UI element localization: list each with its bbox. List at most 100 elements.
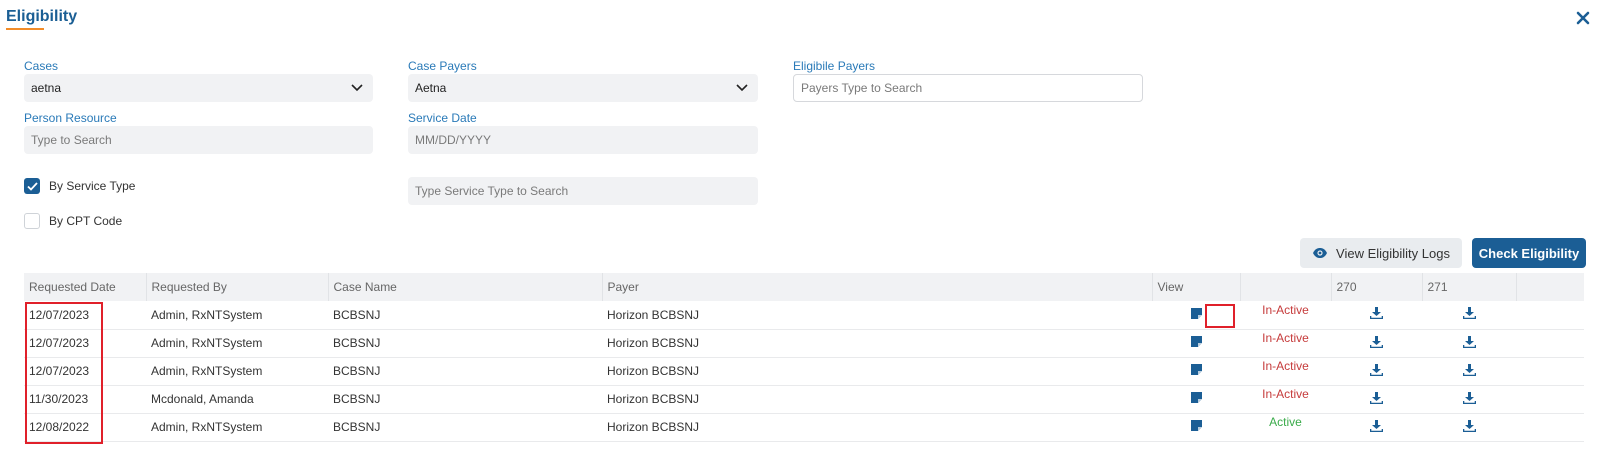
cell-status: In-Active (1240, 357, 1331, 385)
status-badge: In-Active (1262, 331, 1309, 345)
status-badge: In-Active (1262, 359, 1309, 373)
eligible-payers-input[interactable]: Payers Type to Search (793, 74, 1143, 102)
document-icon[interactable] (1190, 336, 1202, 350)
eligible-payers-placeholder: Payers Type to Search (801, 81, 923, 95)
cell-case-name: BCBSNJ (333, 307, 381, 322)
document-icon[interactable] (1190, 392, 1202, 406)
eligible-payers-label: Eligibile Payers (793, 59, 876, 73)
cell-271 (1422, 301, 1516, 329)
view-eligibility-logs-button[interactable]: View Eligibility Logs (1300, 238, 1462, 268)
person-resource-placeholder: Type to Search (31, 133, 112, 147)
service-date-input[interactable]: MM/DD/YYYY (408, 126, 758, 154)
download-icon[interactable] (1462, 419, 1476, 435)
by-service-type-checkbox[interactable] (24, 178, 40, 194)
cell-status: Active (1240, 413, 1331, 441)
cell-status: In-Active (1240, 385, 1331, 413)
cell-payer: Horizon BCBSNJ (607, 307, 700, 322)
status-badge: In-Active (1262, 302, 1309, 317)
cell-payer: Horizon BCBSNJ (607, 364, 700, 378)
view-eligibility-logs-label: View Eligibility Logs (1336, 245, 1450, 261)
download-icon[interactable] (1462, 363, 1476, 379)
document-icon[interactable] (1190, 420, 1202, 434)
service-type-search-input[interactable]: Type Service Type to Search (408, 177, 758, 205)
service-date-label: Service Date (408, 111, 477, 125)
cases-select[interactable]: aetna (24, 74, 373, 102)
dialog-title: Eligibility (6, 8, 78, 25)
header-view: View (1152, 273, 1241, 301)
header-payer: Payer (602, 273, 1153, 301)
download-icon[interactable] (1462, 335, 1476, 351)
cell-requested-by: Admin, RxNTSystem (151, 307, 263, 322)
table-header-row: Requested Date Requested By Case Name Pa… (24, 273, 1584, 301)
title-underline (6, 28, 44, 30)
case-payers-select[interactable]: Aetna (408, 74, 758, 102)
highlight-view-icon (1205, 304, 1235, 328)
cell-view (1152, 413, 1240, 441)
document-icon[interactable] (1190, 308, 1202, 322)
download-icon[interactable] (1369, 335, 1384, 351)
cell-empty (1516, 301, 1584, 329)
cell-requested-by: Admin, RxNTSystem (151, 420, 263, 434)
by-cpt-code-label: By CPT Code (49, 214, 123, 228)
cell-payer: Horizon BCBSNJ (607, 392, 700, 406)
download-icon[interactable] (1462, 307, 1476, 322)
table-row: 12/08/2022 Admin, RxNTSystem BCBSNJ Horizon… (24, 413, 1584, 441)
cell-270 (1331, 385, 1422, 413)
service-date-placeholder: MM/DD/YYYY (415, 133, 492, 147)
status-badge: In-Active (1262, 387, 1309, 401)
chevron-down-icon (351, 84, 363, 92)
header-requested-by: Requested By (146, 273, 329, 301)
header-requested-date: Requested Date (24, 273, 147, 301)
header-270: 270 (1331, 273, 1423, 301)
cell-270 (1331, 329, 1422, 357)
eligibility-dialog: Eligibility Cases aetna Case Payers Aetn… (0, 0, 1600, 450)
cases-label: Cases (24, 59, 59, 73)
download-icon[interactable] (1462, 391, 1476, 407)
check-eligibility-button[interactable]: Check Eligibility (1472, 238, 1586, 268)
eye-icon (1313, 248, 1328, 258)
cell-270 (1331, 301, 1422, 329)
cell-view (1152, 329, 1240, 357)
cell-case-name: BCBSNJ (333, 336, 381, 350)
by-service-type-label: By Service Type (49, 179, 136, 193)
status-badge: Active (1269, 415, 1302, 429)
cell-empty (1516, 413, 1584, 441)
cell-270 (1331, 357, 1422, 385)
cell-271 (1422, 413, 1516, 441)
table-row: 12/07/2023 Admin, RxNTSystem BCBSNJ Horizon… (24, 357, 1584, 385)
download-icon[interactable] (1369, 307, 1384, 322)
cell-view (1152, 357, 1240, 385)
service-type-search-placeholder: Type Service Type to Search (415, 184, 569, 198)
cell-payer: Horizon BCBSNJ (607, 336, 700, 350)
cell-empty (1516, 357, 1584, 385)
table-row: 12/07/2023 Admin, RxNTSystem BCBSNJ Horizon… (24, 329, 1584, 357)
download-icon[interactable] (1369, 363, 1384, 379)
cell-requested-by: Admin, RxNTSystem (151, 364, 263, 378)
download-icon[interactable] (1369, 419, 1384, 435)
document-icon[interactable] (1190, 364, 1202, 378)
header-status (1240, 273, 1332, 301)
chevron-down-icon (736, 84, 748, 92)
cell-271 (1422, 385, 1516, 413)
table-row: 11/30/2023 Mcdonald, Amanda BCBSNJ Horizon … (24, 385, 1584, 413)
close-icon[interactable] (1575, 10, 1591, 26)
header-271: 271 (1422, 273, 1517, 301)
cell-status: In-Active (1240, 301, 1331, 329)
download-icon[interactable] (1369, 391, 1384, 407)
cell-271 (1422, 329, 1516, 357)
person-resource-input[interactable]: Type to Search (24, 126, 373, 154)
cell-status: In-Active (1240, 329, 1331, 357)
header-case-name: Case Name (328, 273, 603, 301)
cell-270 (1331, 413, 1422, 441)
cell-271 (1422, 357, 1516, 385)
highlight-requested-dates (25, 302, 103, 444)
case-payers-value: Aetna (415, 81, 447, 95)
person-resource-label: Person Resource (24, 111, 117, 125)
checkmark-icon (26, 181, 38, 191)
by-cpt-code-checkbox[interactable] (24, 213, 40, 229)
cell-empty (1516, 385, 1584, 413)
table-row: 12/07/2023 Admin, RxNTSystem BCBSNJ Horizon… (24, 301, 1584, 329)
cases-value: aetna (31, 81, 62, 95)
case-payers-label: Case Payers (408, 59, 477, 73)
cell-requested-by: Admin, RxNTSystem (151, 336, 263, 350)
